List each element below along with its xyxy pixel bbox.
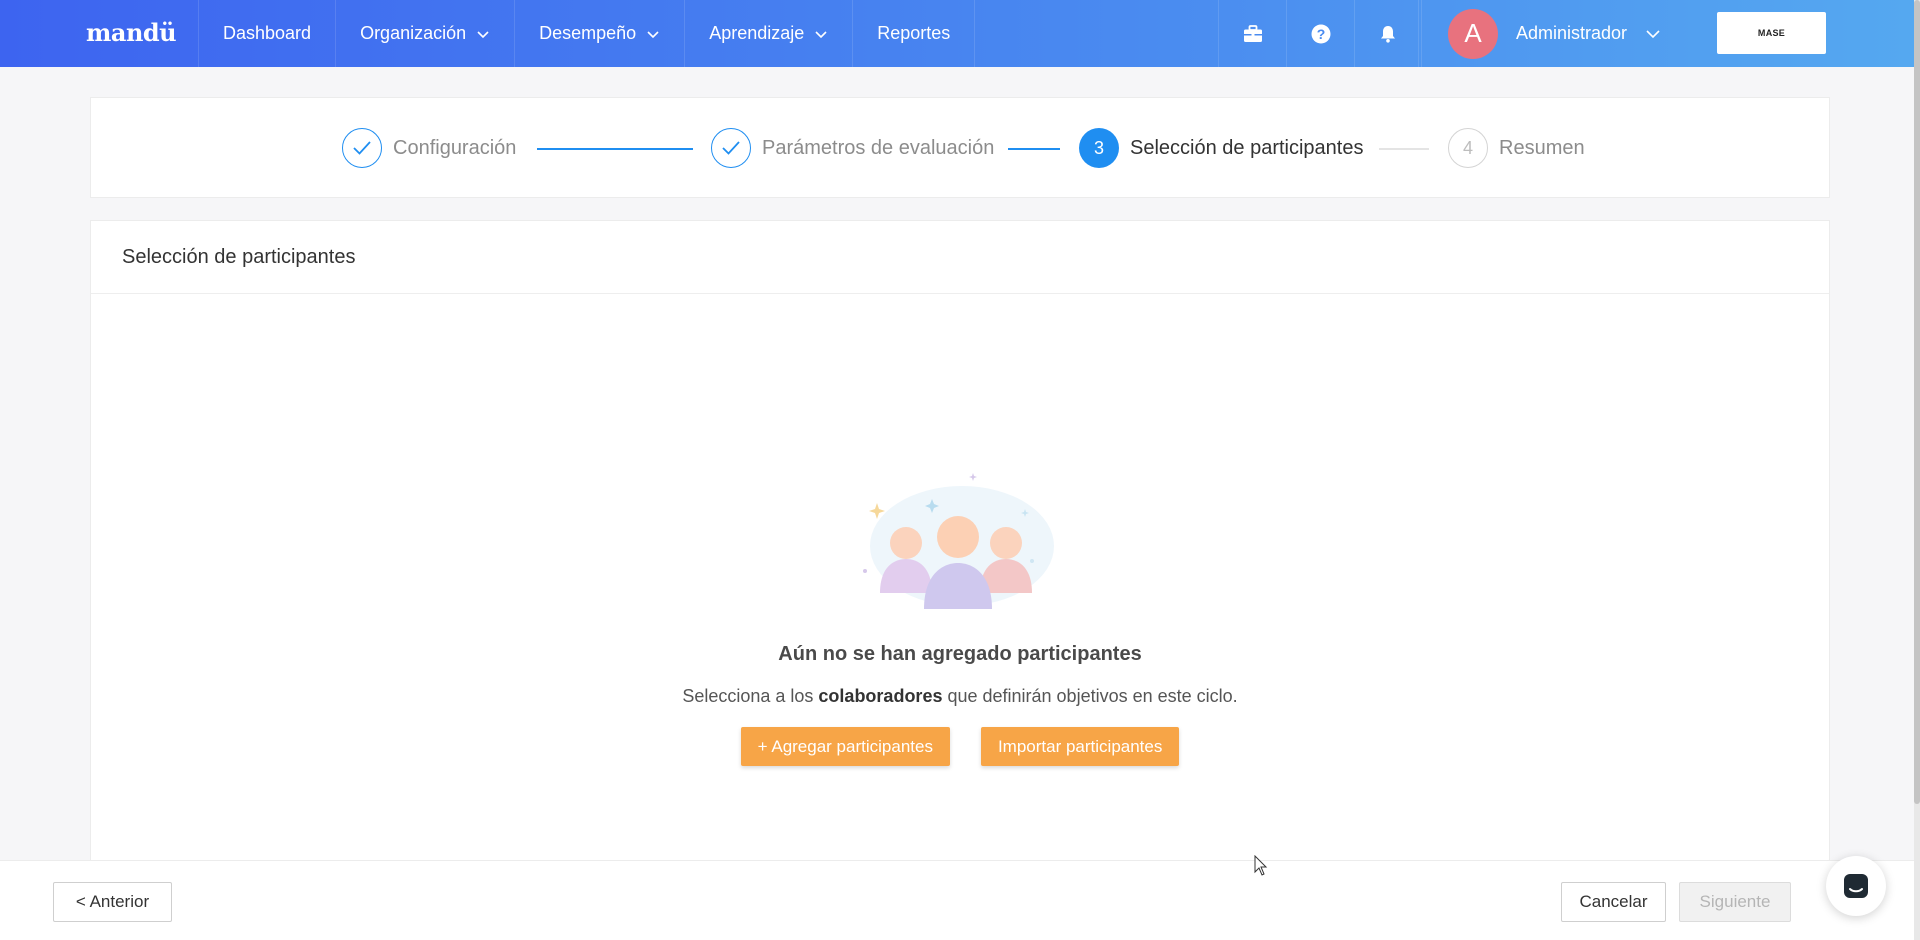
nav-item-organizacion[interactable]: Organización: [335, 0, 514, 67]
step-label: Configuración: [393, 136, 517, 159]
empty-state-actions: + Agregar participantes Importar partici…: [740, 727, 1180, 766]
avatar: A: [1448, 8, 1498, 59]
svg-text:?: ?: [1316, 26, 1325, 42]
nav-item-label: Reportes: [877, 23, 951, 43]
briefcase-icon: [1243, 24, 1262, 42]
desc-suffix: que definirán objetivos en este ciclo.: [942, 686, 1238, 706]
chevron-down-icon: [815, 30, 827, 38]
chat-widget-button[interactable]: [1826, 856, 1886, 916]
desc-bold: colaboradores: [818, 686, 943, 706]
app-logo[interactable]: mandü: [86, 18, 177, 47]
chat-icon: [1844, 874, 1868, 898]
user-menu[interactable]: A Administrador: [1418, 0, 1661, 67]
empty-state: Aún no se han agregado participantes Sel…: [91, 471, 1829, 766]
chevron-down-icon: [647, 30, 659, 38]
help-icon: ?: [1311, 24, 1330, 43]
step-done-circle: [711, 128, 751, 168]
nav-item-reportes[interactable]: Reportes: [852, 0, 976, 67]
chevron-down-icon: [477, 30, 489, 38]
people-illustration-icon: [863, 473, 1054, 609]
briefcase-button[interactable]: [1218, 0, 1286, 67]
step-number: 4: [1448, 128, 1488, 168]
step-resumen[interactable]: 4 Resumen: [1448, 128, 1585, 168]
bell-icon: [1381, 25, 1395, 43]
participants-card: Selección de participantes Aún no se han…: [90, 220, 1830, 900]
nav-item-label: Aprendizaje: [709, 23, 805, 43]
notifications-button[interactable]: [1354, 0, 1422, 67]
step-parametros[interactable]: Parámetros de evaluación: [711, 128, 994, 168]
nav-item-desempeno[interactable]: Desempeño: [514, 0, 684, 67]
step-label: Resumen: [1499, 136, 1585, 159]
scrollbar-thumb[interactable]: [1914, 0, 1920, 804]
company-logo[interactable]: MASE: [1717, 12, 1826, 54]
nav-item-aprendizaje[interactable]: Aprendizaje: [684, 0, 852, 67]
nav-item-label: Organización: [360, 23, 467, 43]
main-nav: Dashboard Organización Desempeño Aprendi…: [198, 0, 976, 67]
nav-item-label: Desempeño: [539, 23, 637, 43]
step-label: Selección de participantes: [1130, 136, 1364, 159]
empty-state-description: Selecciona a los colaboradores que defin…: [682, 686, 1237, 707]
card-header: Selección de participantes: [91, 221, 1829, 294]
mouse-cursor-icon: [1254, 855, 1268, 876]
nav-item-dashboard[interactable]: Dashboard: [198, 0, 335, 67]
step-connector: [1379, 148, 1429, 150]
help-button[interactable]: ?: [1286, 0, 1354, 67]
empty-state-title: Aún no se han agregado participantes: [778, 643, 1142, 665]
header-actions: ?: [1218, 0, 1422, 67]
next-button: Siguiente: [1679, 882, 1791, 922]
step-seleccion[interactable]: 3 Selección de participantes: [1079, 128, 1363, 168]
step-label: Parámetros de evaluación: [762, 136, 995, 159]
user-name: Administrador: [1516, 23, 1628, 43]
wizard-footer: < Anterior Cancelar Siguiente: [0, 860, 1914, 940]
step-connector: [537, 148, 693, 150]
desc-prefix: Selecciona a los: [682, 686, 819, 706]
add-participants-button[interactable]: + Agregar participantes: [740, 727, 950, 766]
step-configuracion[interactable]: Configuración: [342, 128, 516, 168]
previous-button[interactable]: < Anterior: [53, 882, 172, 922]
chevron-down-icon: [1646, 29, 1660, 38]
step-number: 3: [1079, 128, 1119, 168]
step-connector: [1008, 148, 1060, 150]
import-participants-button[interactable]: Importar participantes: [980, 727, 1180, 766]
top-navbar: mandü Dashboard Organización Desempeño A…: [0, 0, 1914, 67]
nav-item-label: Dashboard: [223, 23, 312, 43]
cancel-button[interactable]: Cancelar: [1561, 882, 1666, 922]
stepper: Configuración Parámetros de evaluación 3…: [90, 97, 1830, 198]
card-title: Selección de participantes: [122, 245, 356, 268]
check-icon: [722, 141, 740, 155]
step-done-circle: [342, 128, 382, 168]
check-icon: [353, 141, 371, 155]
